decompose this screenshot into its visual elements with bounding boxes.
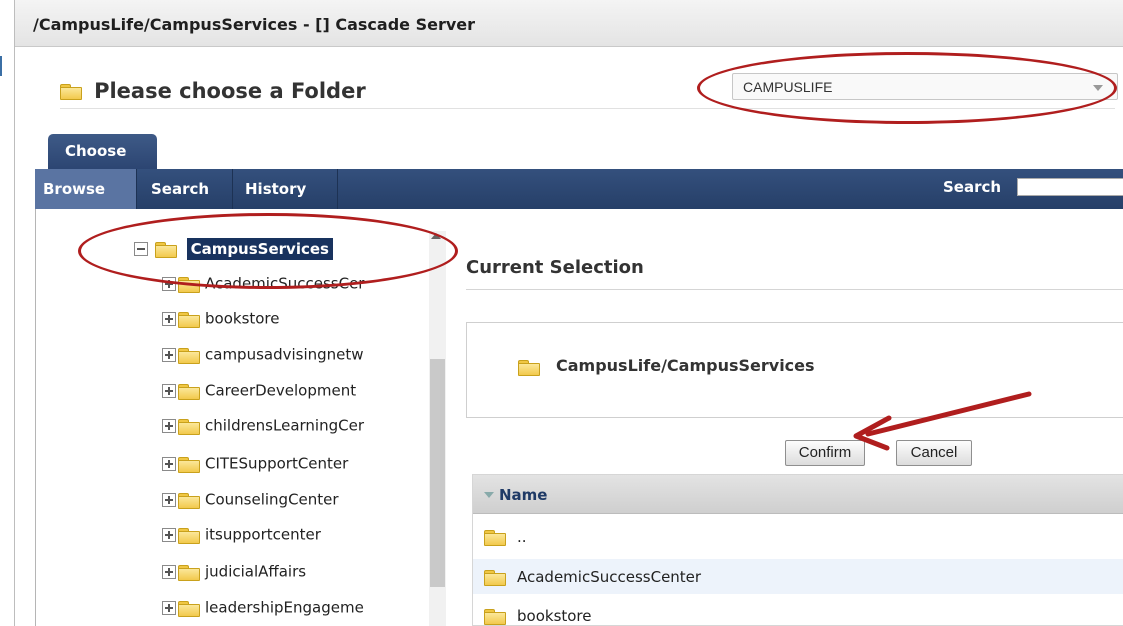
expand-icon[interactable] xyxy=(162,527,176,542)
cancel-button[interactable]: Cancel xyxy=(896,440,972,466)
tree-item[interactable]: leadershipEngageme xyxy=(162,598,364,624)
collapse-icon[interactable] xyxy=(134,241,148,256)
table-row[interactable]: bookstore xyxy=(473,598,1123,625)
folder-icon xyxy=(178,492,200,509)
folder-icon xyxy=(484,609,506,625)
tree-item-label: itsupportcenter xyxy=(205,525,321,544)
title-bar: /CampusLife/CampusServices - [] Cascade … xyxy=(15,0,1123,47)
tree-item[interactable]: CITESupportCenter xyxy=(162,454,348,480)
tree-item-label: CounselingCenter xyxy=(205,490,339,509)
current-selection-box: CampusLife/CampusServices xyxy=(466,322,1123,418)
scrollbar-thumb[interactable] xyxy=(430,359,445,587)
chevron-down-icon xyxy=(1093,85,1103,91)
folder-icon xyxy=(484,570,506,586)
tree-item-label: bookstore xyxy=(205,309,280,328)
tree-item-label: judicialAffairs xyxy=(205,562,307,581)
folder-icon xyxy=(178,456,200,473)
row-name: .. xyxy=(517,528,527,546)
header-divider xyxy=(60,108,1115,109)
folder-icon xyxy=(60,84,82,100)
selection-divider xyxy=(466,289,1123,290)
site-dropdown[interactable]: CAMPUSLIFE xyxy=(732,73,1118,100)
table-row[interactable]: AcademicSuccessCenter xyxy=(473,559,1123,594)
tree-item[interactable]: campusadvisingnetw xyxy=(162,345,364,371)
tree-item-label: CareerDevelopment xyxy=(205,381,357,400)
folder-icon xyxy=(154,241,177,258)
tree-item-label: childrensLearningCer xyxy=(205,416,364,435)
window-edge-mark xyxy=(0,56,2,76)
tab-history-label: History xyxy=(245,180,307,198)
tab-choose[interactable]: Choose xyxy=(48,134,157,169)
tree-scrollbar[interactable] xyxy=(429,231,446,626)
current-selection-heading: Current Selection xyxy=(466,257,644,278)
tree-item[interactable]: itsupportcenter xyxy=(162,525,321,551)
folder-tree: CampusServices AcademicSuccessCer bookst… xyxy=(35,209,451,626)
chooser-window: /CampusLife/CampusServices - [] Cascade … xyxy=(14,0,1123,626)
tree-item[interactable]: judicialAffairs xyxy=(162,562,306,588)
folder-icon xyxy=(518,360,540,376)
tree-item-root[interactable]: CampusServices xyxy=(134,237,333,265)
tab-search[interactable]: Search xyxy=(138,169,233,209)
row-name: AcademicSuccessCenter xyxy=(517,568,702,586)
tab-history[interactable]: History xyxy=(234,169,338,209)
tree-item[interactable]: bookstore xyxy=(162,309,280,335)
folder-icon xyxy=(178,276,200,293)
search-label: Search xyxy=(943,178,1002,196)
tree-item[interactable]: CounselingCenter xyxy=(162,490,339,516)
tree-item-label: AcademicSuccessCer xyxy=(205,274,365,293)
name-column-header[interactable]: Name xyxy=(473,475,1123,514)
expand-icon[interactable] xyxy=(162,383,176,398)
tree-item-label: leadershipEngageme xyxy=(205,598,364,617)
expand-icon[interactable] xyxy=(162,418,176,433)
expand-icon[interactable] xyxy=(162,347,176,362)
page-title: Please choose a Folder xyxy=(94,79,366,103)
folder-icon xyxy=(484,530,506,546)
tree-item-label: CampusServices xyxy=(186,237,333,260)
expand-icon[interactable] xyxy=(162,492,176,507)
folder-icon xyxy=(178,347,200,364)
tab-choose-label: Choose xyxy=(65,142,127,160)
tree-item-label: CITESupportCenter xyxy=(205,454,349,473)
tab-browse[interactable]: Browse xyxy=(35,169,137,209)
scroll-up-icon[interactable] xyxy=(431,233,441,239)
row-name: bookstore xyxy=(517,607,592,625)
folder-icon xyxy=(178,600,200,617)
confirm-button[interactable]: Confirm xyxy=(785,440,865,466)
expand-icon[interactable] xyxy=(162,311,176,326)
search-input[interactable] xyxy=(1017,178,1123,196)
file-table: Name .. AcademicSuccessCenter bookstore xyxy=(472,474,1123,626)
tree-item[interactable]: CareerDevelopment xyxy=(162,381,356,407)
tab-browse-label: Browse xyxy=(43,180,106,198)
folder-icon xyxy=(178,383,200,400)
window-title: /CampusLife/CampusServices - [] Cascade … xyxy=(33,15,476,34)
expand-icon[interactable] xyxy=(162,564,176,579)
tab-search-label: Search xyxy=(151,180,210,198)
folder-icon xyxy=(178,418,200,435)
folder-icon xyxy=(178,527,200,544)
site-dropdown-value: CAMPUSLIFE xyxy=(743,79,833,95)
folder-icon xyxy=(178,311,200,328)
table-row[interactable]: .. xyxy=(473,519,1123,554)
tree-item[interactable]: childrensLearningCer xyxy=(162,416,364,442)
folder-icon xyxy=(178,564,200,581)
selection-path: CampusLife/CampusServices xyxy=(556,356,815,375)
browse-navbar: Browse Search History Search xyxy=(35,169,1123,209)
tree-item-label: campusadvisingnetw xyxy=(205,345,364,364)
expand-icon[interactable] xyxy=(162,456,176,471)
expand-icon[interactable] xyxy=(162,600,176,615)
expand-icon[interactable] xyxy=(162,276,176,291)
dialog-header: Please choose a Folder xyxy=(60,79,366,105)
tree-item[interactable]: AcademicSuccessCer xyxy=(162,274,364,300)
sort-caret-icon xyxy=(484,492,494,498)
name-column-label: Name xyxy=(499,486,548,504)
